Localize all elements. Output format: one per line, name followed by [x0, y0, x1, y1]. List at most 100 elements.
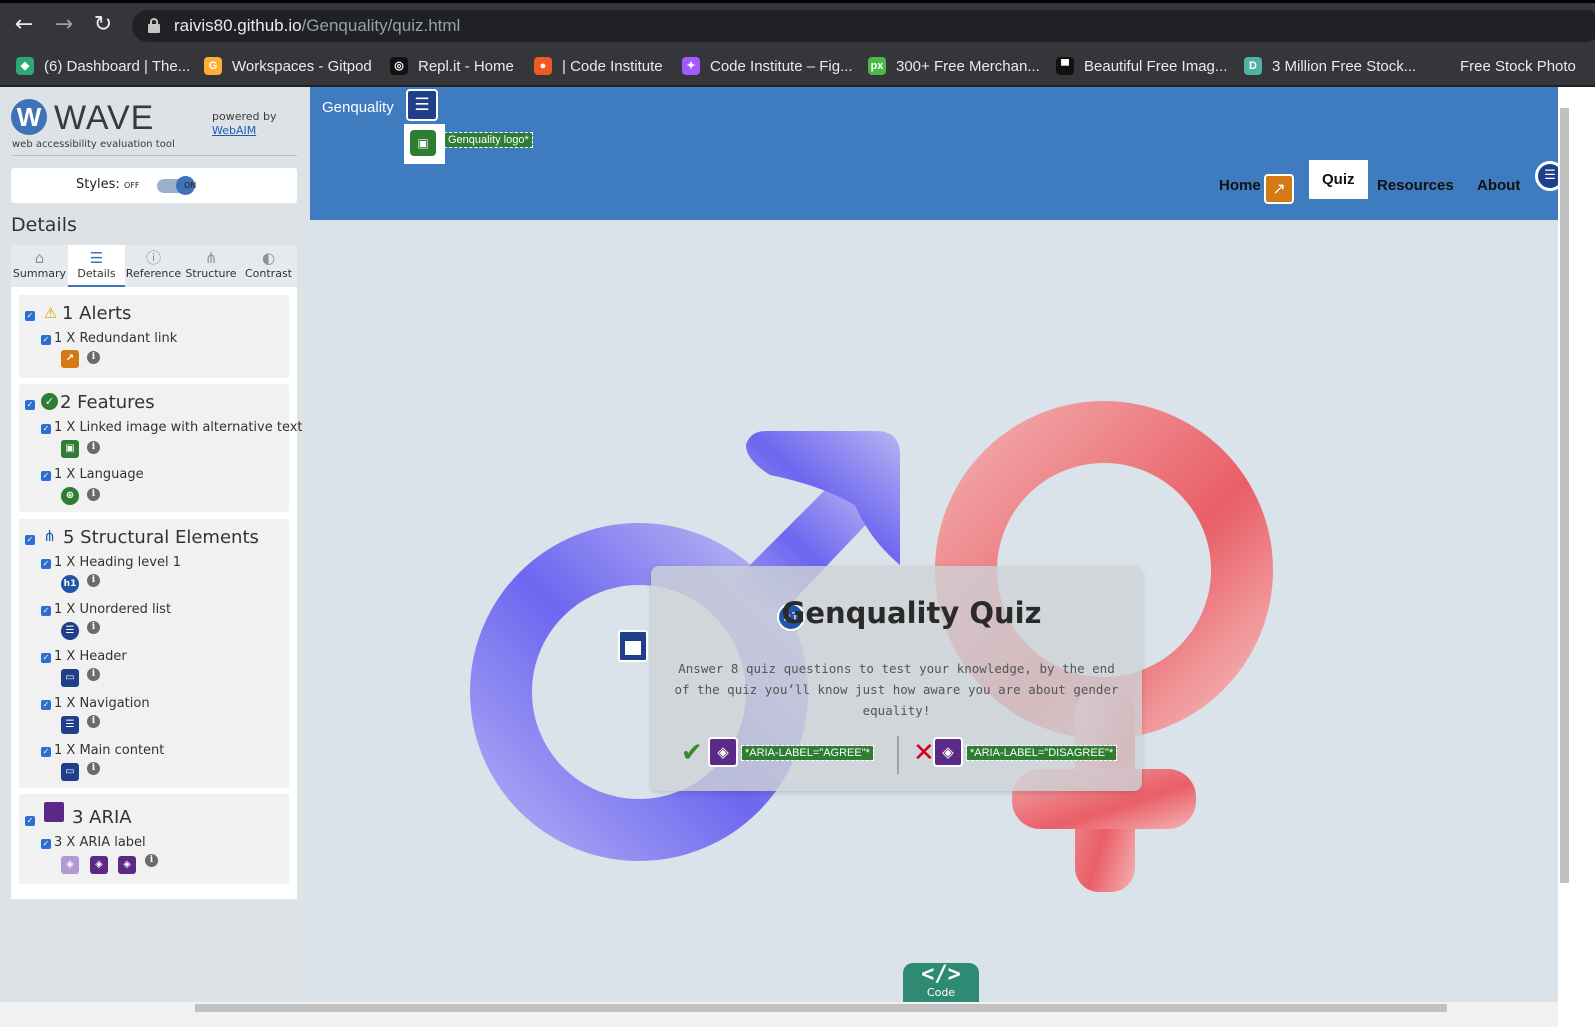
- h1-icon[interactable]: h1: [61, 575, 79, 593]
- bookmarks-bar: ◆ (6) Dashboard | The... G Workspaces - Gi…: [0, 46, 1595, 86]
- tab-reference[interactable]: ⓘ Reference: [125, 245, 182, 287]
- bookmark-label: Beautiful Free Imag...: [1084, 57, 1228, 75]
- unordered-list-checkbox[interactable]: ✓: [41, 606, 51, 616]
- quiz-actions: ✔ ◈ *ARIA-LABEL="AGREE"* ✕ ◈ *ARIA-LABEL…: [651, 736, 1142, 776]
- tab-contrast[interactable]: ◐ Contrast: [240, 245, 297, 287]
- redundant-link-icon[interactable]: ↗: [1264, 174, 1294, 204]
- linked-image-item[interactable]: 1 X Linked image with alternative text: [54, 420, 303, 435]
- alerts-checkbox[interactable]: ✓: [25, 311, 35, 321]
- wave-code-toggle[interactable]: </> Code: [903, 963, 979, 1002]
- gitpod-favicon-icon: G: [204, 57, 222, 75]
- bookmark-stock-photos[interactable]: D 3 Million Free Stock...: [1244, 55, 1416, 77]
- tag-icon[interactable]: ◈: [708, 737, 738, 767]
- wave-tabs: ⌂ Summary ☰ Details ⓘ Reference ⋔ Structure …: [11, 245, 297, 287]
- reload-button[interactable]: ↻: [89, 11, 117, 39]
- unordered-list-item[interactable]: 1 X Unordered list: [54, 602, 171, 617]
- home-icon: ⌂: [34, 249, 45, 267]
- main-content-icon[interactable]: ▭: [61, 763, 79, 781]
- bookmark-free-stock-photo[interactable]: Free Stock Photo: [1432, 55, 1576, 77]
- info-icon[interactable]: i: [87, 574, 100, 587]
- tab-summary[interactable]: ⌂ Summary: [11, 245, 68, 287]
- alerts-title: 1 Alerts: [62, 303, 132, 324]
- bookmark-gitpod[interactable]: G Workspaces - Gitpod: [204, 55, 372, 77]
- list-icon[interactable]: ☰: [61, 622, 79, 640]
- back-button[interactable]: ←: [10, 11, 38, 39]
- forward-button[interactable]: →: [50, 11, 78, 39]
- info-icon[interactable]: i: [145, 854, 158, 867]
- header-item[interactable]: 1 X Header: [54, 649, 127, 664]
- bookmark-replit[interactable]: ◎ Repl.it - Home: [390, 55, 514, 77]
- redundant-link-icon[interactable]: ↗: [61, 350, 79, 368]
- bookmark-label: Free Stock Photo: [1460, 57, 1576, 75]
- powered-by-text: powered by: [212, 110, 277, 123]
- aria-label-item[interactable]: 3 X ARIA label: [54, 835, 146, 850]
- redundant-link-checkbox[interactable]: ✓: [41, 335, 51, 345]
- tab-details[interactable]: ☰ Details: [68, 245, 125, 287]
- site-logo[interactable]: ▣: [404, 124, 445, 164]
- disagree-aria-label: *ARIA-LABEL="DISAGREE"*: [965, 745, 1118, 761]
- divider: [12, 155, 297, 156]
- replit-favicon-icon: ◎: [390, 57, 408, 75]
- info-icon[interactable]: i: [87, 441, 100, 454]
- navigation-icon[interactable]: ☰: [61, 716, 79, 734]
- info-icon[interactable]: i: [87, 351, 100, 364]
- styles-label: Styles:: [76, 177, 120, 192]
- heading-item[interactable]: 1 X Heading level 1: [54, 555, 181, 570]
- tab-label: Contrast: [244, 267, 292, 280]
- bookmark-label: 300+ Free Merchan...: [896, 57, 1040, 75]
- bookmark-merchandise[interactable]: px 300+ Free Merchan...: [868, 55, 1040, 77]
- header-icon[interactable]: ▭: [61, 669, 79, 687]
- nav-resources-link[interactable]: Resources: [1377, 177, 1454, 194]
- info-icon[interactable]: i: [87, 488, 100, 501]
- language-item[interactable]: 1 X Language: [54, 467, 144, 482]
- bookmark-unsplash[interactable]: ▀ Beautiful Free Imag...: [1056, 55, 1227, 77]
- main-content-checkbox[interactable]: ✓: [41, 747, 51, 757]
- url-host: raivis80.github.io: [174, 16, 302, 35]
- navigation-item[interactable]: 1 X Navigation: [54, 696, 150, 711]
- disagree-button[interactable]: ✕: [913, 738, 935, 768]
- bookmark-code-institute[interactable]: ● | Code Institute: [534, 55, 663, 77]
- features-checkbox[interactable]: ✓: [25, 400, 35, 410]
- info-icon[interactable]: i: [87, 668, 100, 681]
- bookmark-figma[interactable]: ✦ Code Institute – Fig...: [682, 55, 853, 77]
- globe-icon[interactable]: ⊕: [61, 487, 79, 505]
- redundant-link-item[interactable]: 1 X Redundant link: [54, 331, 177, 346]
- language-checkbox[interactable]: ✓: [41, 471, 51, 481]
- nav-quiz-link[interactable]: Quiz: [1309, 160, 1368, 199]
- wave-title: WAVE: [54, 99, 155, 137]
- navigation-icon[interactable]: ☰: [406, 89, 438, 121]
- agree-button[interactable]: ✔: [681, 738, 703, 768]
- tab-structure[interactable]: ⋔ Structure: [182, 245, 240, 287]
- aria-checkbox[interactable]: ✓: [25, 816, 35, 826]
- heading-checkbox[interactable]: ✓: [41, 559, 51, 569]
- figma-favicon-icon: ✦: [682, 57, 700, 75]
- info-icon[interactable]: i: [87, 621, 100, 634]
- tag-icon[interactable]: ◈: [933, 737, 963, 767]
- page-viewport: Genquality ☰ ▣ Genquality logo* Home ↗ Q…: [310, 87, 1558, 1002]
- nav-about-link[interactable]: About: [1477, 177, 1520, 194]
- tag-icon[interactable]: ◈: [61, 856, 79, 874]
- list-icon[interactable]: ☰: [1535, 161, 1558, 191]
- info-icon[interactable]: i: [87, 762, 100, 775]
- webaim-link[interactable]: WebAIM: [212, 124, 277, 138]
- navigation-checkbox[interactable]: ✓: [41, 700, 51, 710]
- aria-label-checkbox[interactable]: ✓: [41, 839, 51, 849]
- vertical-scrollbar-thumb[interactable]: [1560, 108, 1569, 883]
- horizontal-scrollbar-thumb[interactable]: [195, 1004, 1447, 1012]
- tag-icon[interactable]: ◈: [90, 856, 108, 874]
- bookmark-dashboard[interactable]: ◆ (6) Dashboard | The...: [16, 55, 190, 77]
- main-content-item[interactable]: 1 X Main content: [54, 743, 164, 758]
- url-text[interactable]: raivis80.github.io/Genquality/quiz.html: [174, 16, 460, 36]
- site-brand[interactable]: Genquality: [322, 99, 394, 116]
- structure-checkbox[interactable]: ✓: [25, 535, 35, 545]
- panel-heading: Details: [11, 214, 77, 236]
- linked-image-icon[interactable]: ▣: [61, 440, 79, 458]
- header-icon[interactable]: [618, 630, 648, 662]
- address-bar[interactable]: raivis80.github.io/Genquality/quiz.html: [132, 10, 1595, 42]
- tag-icon[interactable]: ◈: [118, 856, 136, 874]
- unsplash-favicon-icon: ▀: [1056, 57, 1074, 75]
- info-icon[interactable]: i: [87, 715, 100, 728]
- header-checkbox[interactable]: ✓: [41, 653, 51, 663]
- nav-home-link[interactable]: Home: [1219, 177, 1261, 194]
- linked-image-checkbox[interactable]: ✓: [41, 424, 51, 434]
